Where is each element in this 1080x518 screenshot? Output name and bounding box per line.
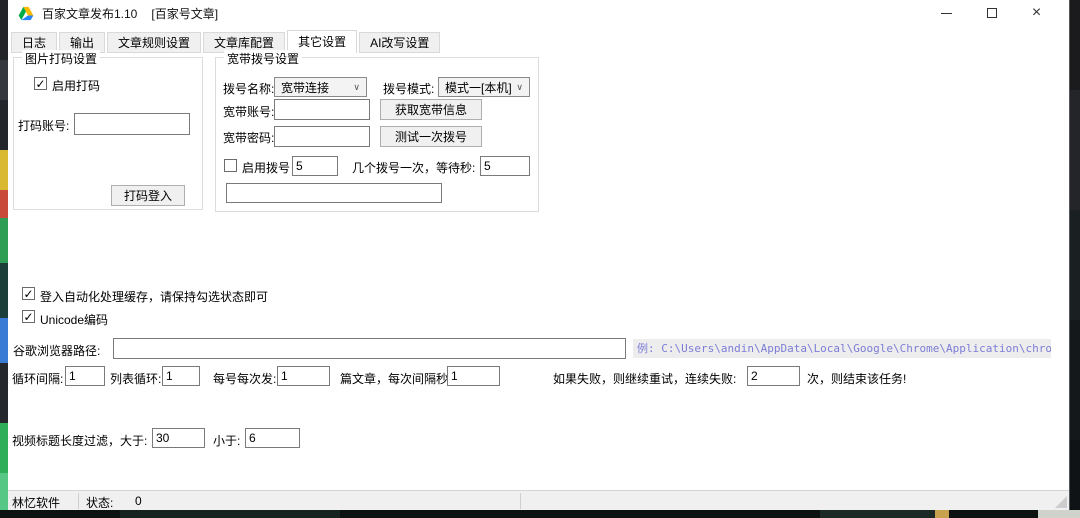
title-bar: 百家文章发布1.10 [百家号文章] × (8, 0, 1069, 26)
enable-captcha-checkbox[interactable]: ✓ (34, 77, 47, 90)
status-label: 状态: (86, 494, 113, 511)
per-account-input[interactable] (277, 366, 330, 386)
captcha-group-title: 图片打码设置 (22, 50, 100, 67)
video-filter-label: 视频标题长度过滤，大于: (12, 432, 147, 449)
dial-settings-group: 宽带拨号设置 拨号名称: 宽带连接 ∨ 拨号模式: 模式一[本机] ∨ 宽带账号… (215, 57, 539, 212)
get-broadband-info-button[interactable]: 获取宽带信息 (380, 99, 482, 120)
captcha-account-label: 打码账号: (18, 117, 69, 134)
dial-wait-label: 几个拨号一次，等待秒: (352, 159, 475, 176)
maximize-icon (987, 8, 997, 18)
broadband-account-input[interactable] (274, 99, 370, 120)
enable-dial-label: 启用拨号 (242, 159, 290, 176)
check-icon: ✓ (23, 311, 33, 323)
window-title: 百家文章发布1.10 (42, 5, 137, 22)
fail-suffix-label: 次，则结束该任务! (807, 370, 906, 387)
video-min-input[interactable] (245, 428, 300, 448)
article-gap-input[interactable] (447, 366, 500, 386)
minimize-icon (941, 13, 952, 14)
article-gap-label: 篇文章，每次间隔秒: (340, 370, 451, 387)
broadband-password-input[interactable] (274, 126, 370, 147)
captcha-settings-group: 图片打码设置 ✓ 启用打码 打码账号: 打码登入 (13, 57, 203, 210)
auto-cache-checkbox[interactable]: ✓ (22, 287, 35, 300)
window-subtitle: [百家号文章] (151, 5, 218, 22)
close-icon: × (1032, 5, 1041, 21)
chevron-down-icon: ∨ (353, 82, 360, 93)
dial-wait-input[interactable] (480, 156, 530, 176)
list-loop-input[interactable] (162, 366, 200, 386)
brand-label: 林忆软件 (12, 494, 60, 511)
maximize-button[interactable] (969, 0, 1014, 26)
app-window: 百家文章发布1.10 [百家号文章] × 日志 输出 文章规则设置 文章库配置 … (8, 0, 1070, 510)
broadband-password-label: 宽带密码: (223, 129, 274, 146)
dial-name-select[interactable]: 宽带连接 ∨ (274, 77, 367, 97)
dial-mode-label: 拨号模式: (383, 80, 434, 97)
enable-captcha-label: 启用打码 (52, 77, 100, 94)
video-min-label: 小于: (213, 432, 240, 449)
list-loop-label: 列表循环: (110, 370, 161, 387)
tab-ai-rewrite[interactable]: AI改写设置 (359, 32, 440, 53)
check-icon: ✓ (35, 78, 45, 90)
fail-count-input[interactable] (747, 366, 800, 386)
chevron-down-icon: ∨ (516, 82, 523, 93)
dial-count-input[interactable] (292, 156, 338, 176)
unicode-checkbox[interactable]: ✓ (22, 310, 35, 323)
check-icon: ✓ (23, 288, 33, 300)
enable-dial-checkbox[interactable] (224, 159, 237, 172)
unicode-label: Unicode编码 (40, 311, 108, 328)
captcha-account-input[interactable] (74, 113, 190, 135)
auto-cache-label: 登入自动化处理缓存，请保持勾选状态即可 (40, 288, 268, 305)
video-max-input[interactable] (152, 428, 205, 448)
dial-mode-value: 模式一[本机] (445, 79, 512, 96)
per-account-label: 每号每次发: (213, 370, 276, 387)
tab-article-rules[interactable]: 文章规则设置 (107, 32, 201, 53)
dial-mode-select[interactable]: 模式一[本机] ∨ (438, 77, 530, 97)
resize-grip[interactable] (1055, 496, 1067, 508)
dial-extra-input[interactable] (226, 183, 442, 203)
dial-name-value: 宽带连接 (281, 79, 329, 96)
broadband-account-label: 宽带账号: (223, 103, 274, 120)
loop-interval-input[interactable] (65, 366, 105, 386)
chrome-path-hint: 例: C:\Users\andin\AppData\Local\Google\C… (633, 339, 1051, 358)
dial-name-label: 拨号名称: (223, 80, 274, 97)
statusbar-separator (520, 493, 521, 509)
chrome-path-label: 谷歌浏览器路径: (13, 342, 100, 359)
minimize-button[interactable] (924, 0, 969, 26)
desktop: 百家文章发布1.10 [百家号文章] × 日志 输出 文章规则设置 文章库配置 … (0, 0, 1080, 518)
status-value: 0 (135, 494, 142, 508)
captcha-login-button[interactable]: 打码登入 (111, 185, 185, 206)
app-icon (18, 6, 34, 21)
close-button[interactable]: × (1014, 0, 1059, 26)
statusbar-separator (78, 493, 79, 509)
status-bar: 林忆软件 状态: 0 (8, 490, 1069, 510)
test-dial-button[interactable]: 测试一次拨号 (380, 126, 482, 147)
loop-interval-label: 循环间隔: (12, 370, 63, 387)
dial-group-title: 宽带拨号设置 (224, 50, 302, 67)
fail-retry-label: 如果失败，则继续重试，连续失败: (553, 370, 736, 387)
chrome-path-input[interactable] (113, 338, 626, 359)
